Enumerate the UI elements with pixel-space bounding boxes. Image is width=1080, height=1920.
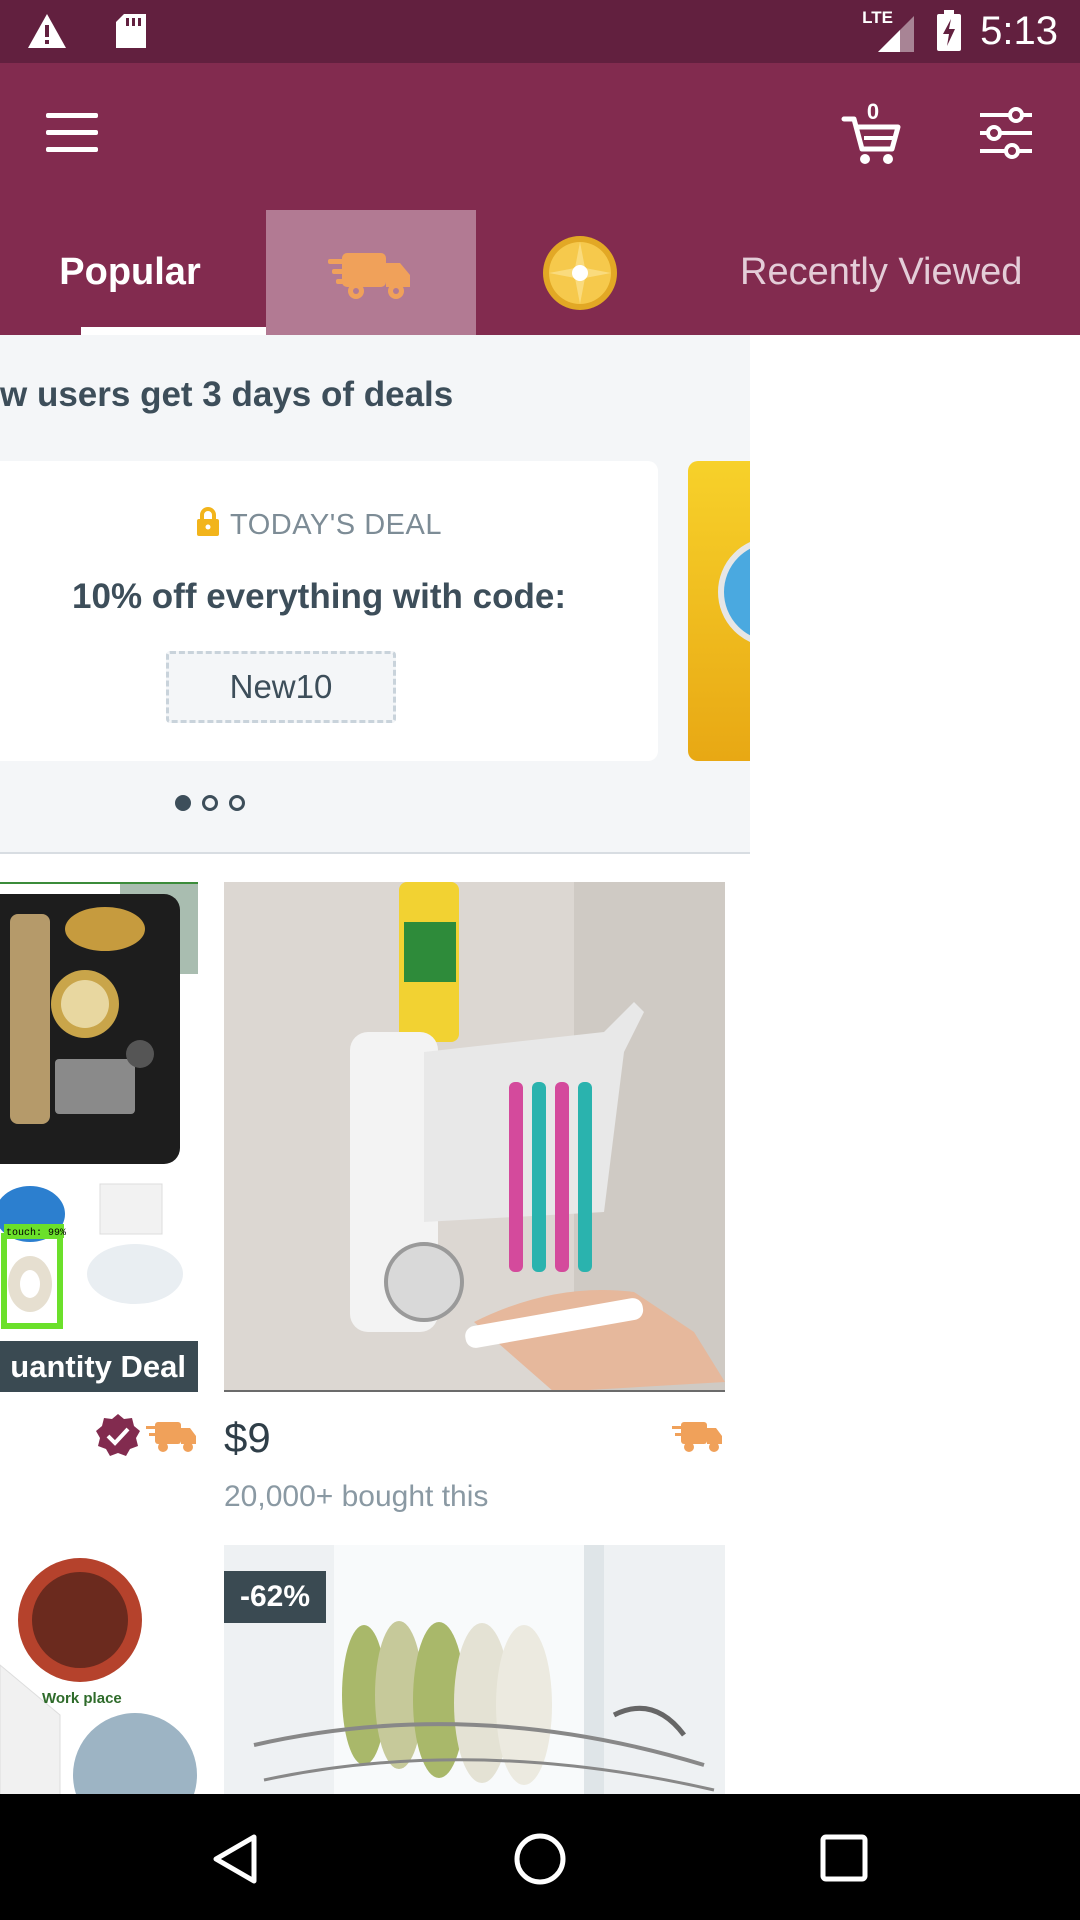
next-deal-card[interactable] — [688, 461, 750, 761]
tab-recently-viewed[interactable]: Recently Viewed — [740, 210, 1080, 335]
tab-recently-viewed-label: Recently Viewed — [740, 251, 1023, 293]
product-price: $9 — [224, 1414, 271, 1461]
deal-text: 10% off everything with code: — [72, 577, 566, 616]
carousel-dot-2[interactable] — [202, 795, 218, 811]
deals-section: w users get 3 days of deals TODAY'S DEAL… — [0, 335, 750, 854]
deal-card[interactable]: TODAY'S DEAL 10% off everything with cod… — [0, 461, 658, 761]
tab-popular[interactable]: Popular — [40, 210, 220, 335]
product-card-toothpaste-dispenser[interactable] — [224, 882, 725, 1392]
recents-icon[interactable] — [820, 1834, 868, 1882]
carousel-dot-3[interactable] — [229, 795, 245, 811]
carousel-dots — [175, 795, 245, 811]
filter-icon[interactable] — [978, 107, 1034, 159]
shipping-truck-icon — [146, 1422, 196, 1452]
sd-card-icon — [116, 14, 146, 48]
deals-title: w users get 3 days of deals — [0, 375, 454, 414]
shipping-truck-icon — [328, 252, 410, 299]
workplace-caption: Work place — [42, 1690, 122, 1707]
bought-count: 20,000+ bought this — [224, 1480, 489, 1513]
cart-count-badge: 0 — [866, 99, 880, 124]
product-card-workplace[interactable] — [0, 1545, 198, 1795]
deal-code[interactable]: New10 — [166, 651, 396, 723]
carousel-dot-1[interactable] — [175, 795, 191, 811]
ocr-label: touch: 99% — [6, 1227, 66, 1239]
product-card-survival-kit[interactable]: touch: 99% — [0, 882, 198, 1392]
coin-icon — [543, 235, 617, 310]
menu-icon — [46, 113, 98, 118]
warning-icon — [28, 14, 66, 48]
tab-shipping[interactable] — [266, 210, 476, 335]
clock-time: 5:13 — [980, 8, 1058, 53]
home-icon[interactable] — [513, 1832, 567, 1886]
verified-badge-icon — [96, 1414, 140, 1456]
quantity-deal-badge: uantity Deal — [0, 1341, 198, 1392]
status-bar: LTE 5:13 — [0, 0, 1080, 63]
tab-popular-label: Popular — [59, 251, 201, 293]
battery-charging-icon — [937, 10, 962, 51]
clock-icon — [718, 537, 750, 647]
navigation-bar — [0, 1794, 1080, 1920]
menu-button[interactable] — [46, 113, 98, 153]
lock-icon — [197, 507, 220, 536]
tab-coin[interactable] — [520, 210, 640, 335]
signal-icon: LTE — [862, 8, 918, 54]
app-bar: 0 — [0, 63, 1080, 210]
deal-label: TODAY'S DEAL — [230, 509, 442, 541]
back-icon[interactable] — [212, 1834, 258, 1884]
product-image — [0, 1545, 198, 1795]
product-image: touch: 99% — [0, 884, 198, 1392]
screen: LTE 5:13 0 Popular Recently Viewed w use… — [0, 0, 1080, 1920]
shipping-truck-icon — [672, 1422, 722, 1452]
tab-bar: Popular Recently Viewed — [0, 210, 1080, 335]
product-image — [224, 882, 725, 1390]
discount-badge: -62% — [224, 1571, 326, 1623]
deal-label-row: TODAY'S DEAL — [0, 507, 658, 542]
